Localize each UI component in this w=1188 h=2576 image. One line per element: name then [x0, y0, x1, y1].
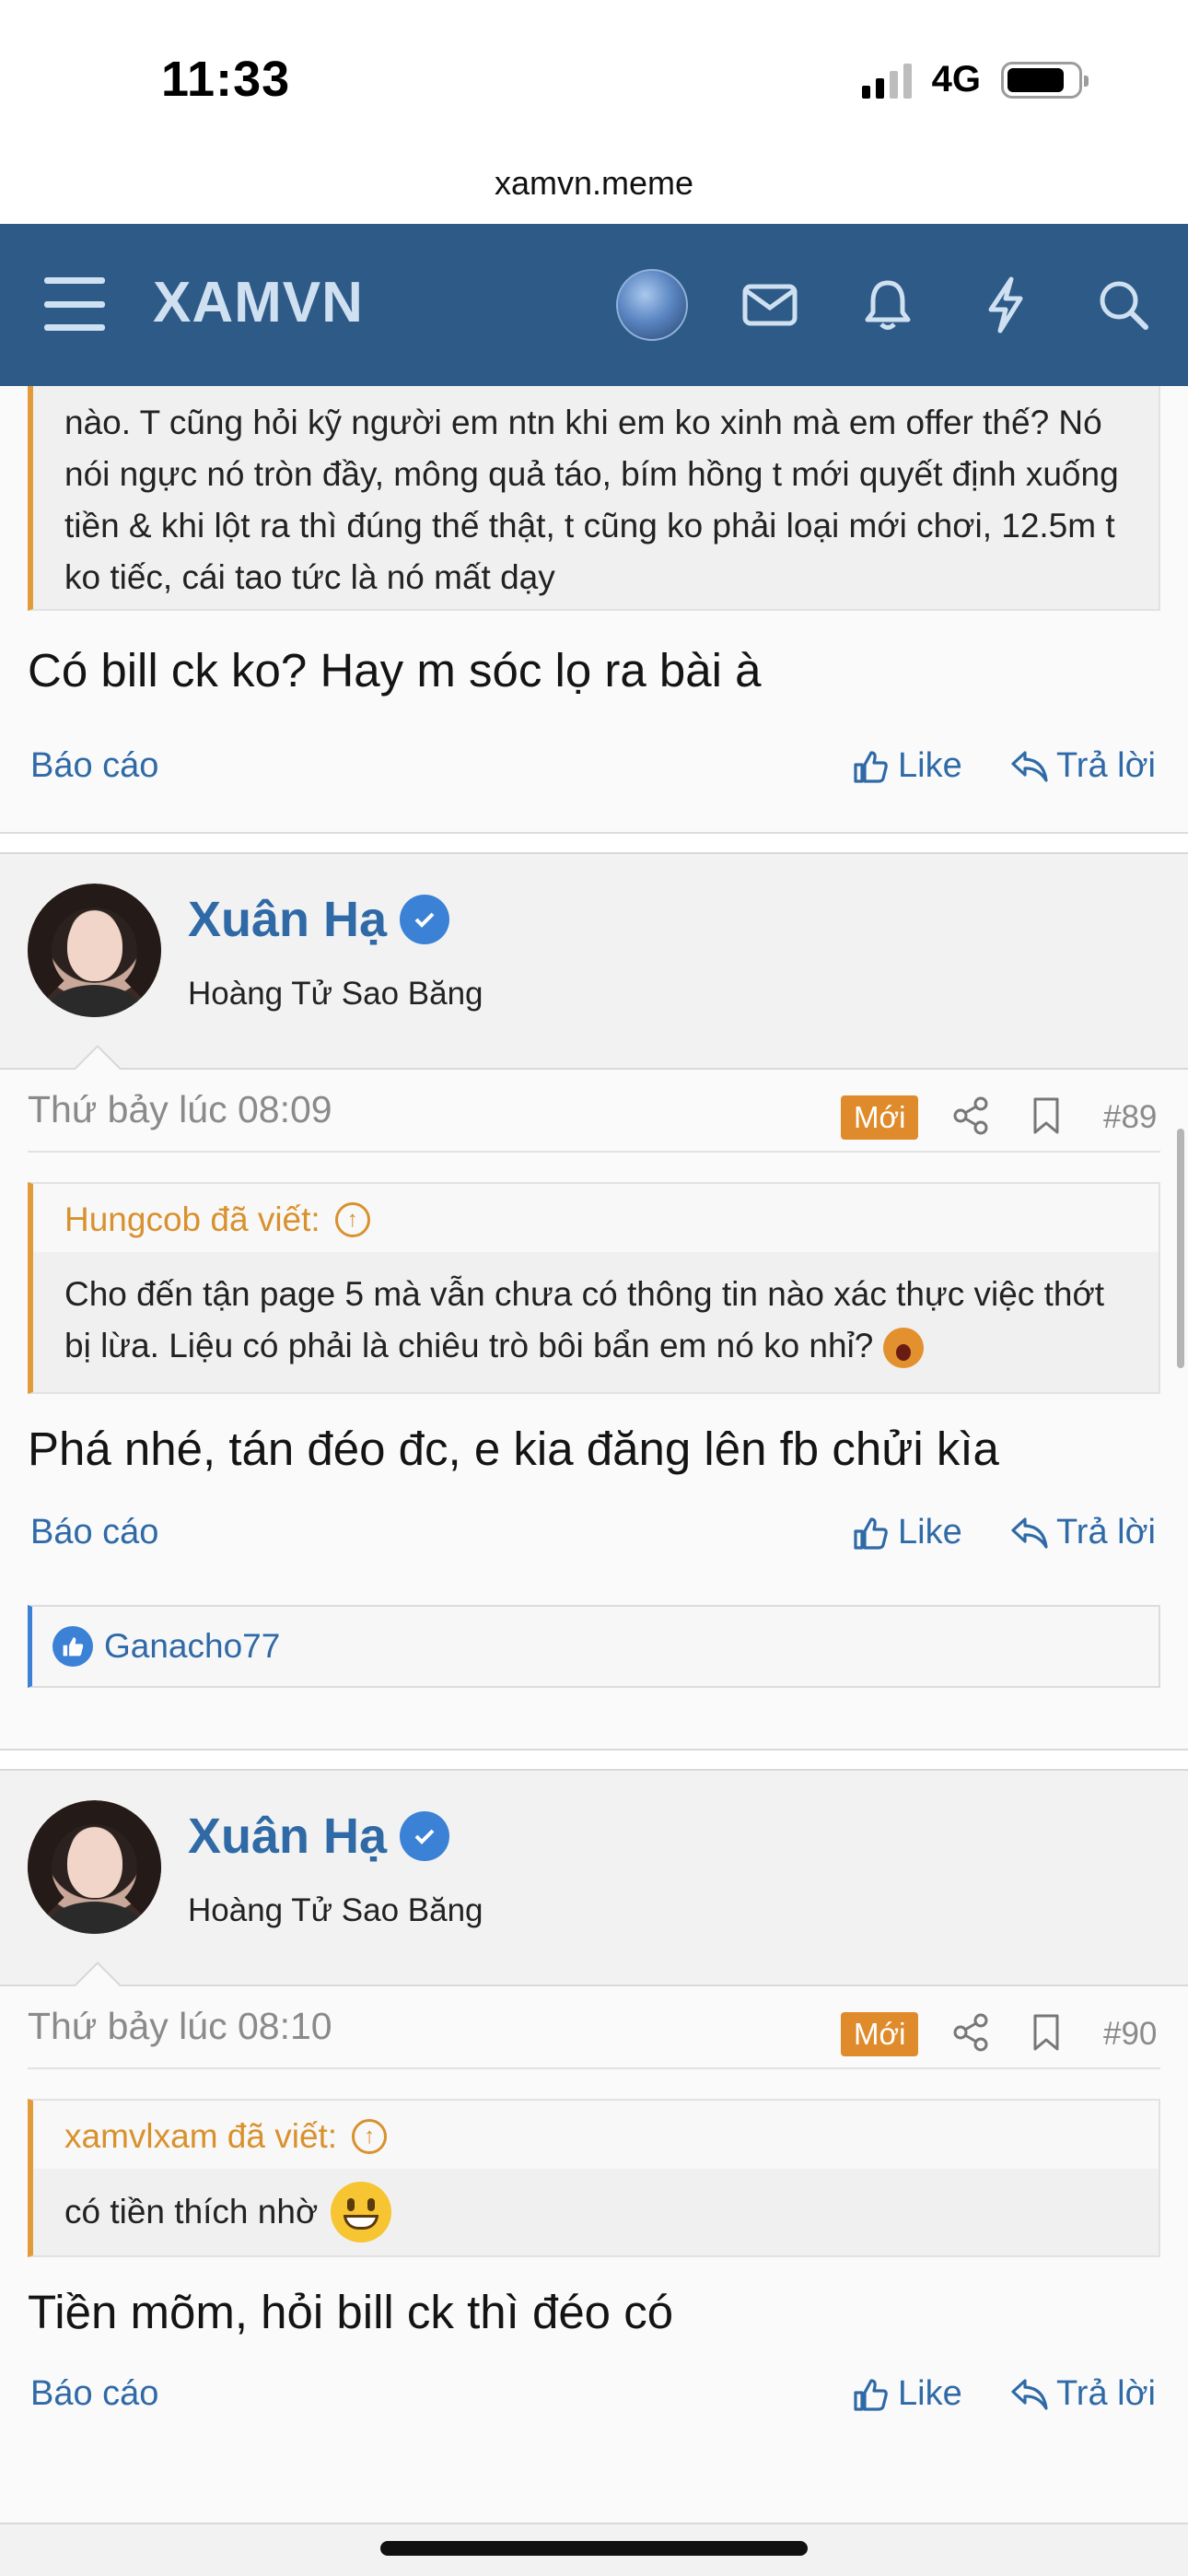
- like-label: Like: [898, 1513, 962, 1551]
- reply-button[interactable]: Trả lời: [1010, 1513, 1156, 1552]
- post-message: Phá nhé, tán đéo đc, e kia đăng lên fb c…: [28, 1423, 999, 1475]
- home-indicator[interactable]: [380, 2541, 808, 2556]
- bell-icon[interactable]: [851, 268, 925, 342]
- grinning-emoji-icon: [331, 2182, 392, 2242]
- post-89: Xuân Hạ Hoàng Tử Sao Băng Thứ bảy lúc 08…: [0, 852, 1188, 1751]
- post-date[interactable]: Thứ bảy lúc 08:09: [28, 1088, 332, 1131]
- quote-body: có tiền thích nhờ: [33, 2169, 1159, 2255]
- report-link[interactable]: Báo cáo: [30, 2374, 158, 2414]
- address-bar-url[interactable]: xamvn.meme: [0, 164, 1188, 203]
- post-user-bar: Xuân Hạ Hoàng Tử Sao Băng: [0, 1771, 1188, 1986]
- hamburger-icon[interactable]: [44, 277, 105, 331]
- account-avatar[interactable]: [615, 268, 689, 342]
- like-button[interactable]: Like: [852, 2374, 962, 2414]
- like-label: Like: [898, 746, 962, 785]
- arrow-up-circle-icon[interactable]: ↑: [352, 2119, 388, 2154]
- post-previous: nào. T cũng hỏi kỹ người em ntn khi em k…: [0, 350, 1188, 834]
- quote-header[interactable]: Hungcob đã viết: ↑: [33, 1184, 1159, 1252]
- username-text: Xuân Hạ: [188, 1809, 388, 1864]
- scrollbar[interactable]: [1177, 1129, 1184, 1368]
- post-meta: Thứ bảy lúc 08:09 Mới #89: [0, 1070, 1188, 1153]
- quote-block: nào. T cũng hỏi kỹ người em ntn khi em k…: [28, 350, 1160, 611]
- post-message: Tiền mõm, hỏi bill ck thì đéo có: [28, 2286, 674, 2338]
- lightning-icon[interactable]: [969, 268, 1042, 342]
- post-message: Có bill ck ko? Hay m sóc lọ ra bài à: [28, 644, 762, 697]
- like-button[interactable]: Like: [852, 746, 962, 786]
- reply-arrow-icon: [1011, 2378, 1048, 2410]
- site-logo[interactable]: XAMVN: [153, 270, 364, 335]
- report-link[interactable]: Báo cáo: [30, 746, 158, 786]
- quote-text: có tiền thích nhờ: [64, 2193, 319, 2231]
- verified-check-icon: [400, 1811, 450, 1861]
- like-button[interactable]: Like: [852, 1513, 962, 1552]
- status-indicators: 4G: [861, 59, 1089, 100]
- network-type: 4G: [931, 59, 981, 100]
- status-time: 11:33: [161, 52, 291, 107]
- site-header: XAMVN: [0, 224, 1188, 386]
- user-title: Hoàng Tử Sao Băng: [188, 1892, 483, 1928]
- share-icon[interactable]: [951, 1095, 992, 1136]
- post-number[interactable]: #89: [1103, 1099, 1157, 1136]
- arrow-up-circle-icon[interactable]: ↑: [334, 1202, 370, 1237]
- quote-text: Cho đến tận page 5 mà vẫn chưa có thông …: [64, 1275, 1104, 1364]
- user-title: Hoàng Tử Sao Băng: [188, 976, 483, 1012]
- thumbs-up-icon: [854, 750, 888, 783]
- quote-body: nào. T cũng hỏi kỹ người em ntn khi em k…: [33, 350, 1159, 609]
- post-90: Xuân Hạ Hoàng Tử Sao Băng Thứ bảy lúc 08…: [0, 1769, 1188, 2524]
- quote-body: Cho đến tận page 5 mà vẫn chưa có thông …: [33, 1252, 1159, 1392]
- username[interactable]: Xuân Hạ: [188, 1808, 450, 1865]
- quote-author: xamvlxam đã viết:: [64, 2117, 338, 2155]
- report-link[interactable]: Báo cáo: [30, 1513, 158, 1552]
- like-reaction-icon: [52, 1626, 93, 1667]
- quote-block: Hungcob đã viết: ↑ Cho đến tận page 5 mà…: [28, 1182, 1160, 1394]
- reply-label: Trả lời: [1056, 746, 1156, 785]
- post-meta: Thứ bảy lúc 08:10 Mới #90: [0, 1986, 1188, 2069]
- verified-check-icon: [400, 895, 450, 944]
- like-label: Like: [898, 2374, 962, 2413]
- post-date[interactable]: Thứ bảy lúc 08:10: [28, 2005, 332, 2048]
- new-badge: Mới: [841, 2012, 919, 2056]
- envelope-icon[interactable]: [733, 268, 807, 342]
- shocked-emoji-icon: [882, 1328, 924, 1369]
- avatar[interactable]: [28, 884, 161, 1017]
- bookmark-icon[interactable]: [1028, 2012, 1065, 2053]
- thumbs-up-icon: [854, 2378, 888, 2411]
- status-bar: 11:33 4G xamvn.meme: [0, 0, 1188, 202]
- reply-arrow-icon: [1011, 1516, 1048, 1549]
- post-number[interactable]: #90: [1103, 2016, 1157, 2053]
- header-actions: [615, 268, 1160, 342]
- reply-arrow-icon: [1011, 750, 1048, 782]
- thumbs-up-icon: [854, 1516, 888, 1550]
- search-icon[interactable]: [1087, 268, 1160, 342]
- post-actions: Báo cáo Like Trả lời: [0, 2374, 1188, 2430]
- reply-button[interactable]: Trả lời: [1010, 746, 1156, 786]
- reaction-user[interactable]: Ganacho77: [104, 1627, 280, 1666]
- username[interactable]: Xuân Hạ: [188, 891, 450, 948]
- post-user-bar: Xuân Hạ Hoàng Tử Sao Băng: [0, 854, 1188, 1070]
- bookmark-icon[interactable]: [1028, 1095, 1065, 1136]
- battery-icon: [1001, 61, 1089, 99]
- post-actions: Báo cáo Like Trả lời: [0, 1513, 1188, 1568]
- reply-label: Trả lời: [1056, 1513, 1156, 1551]
- reply-label: Trả lời: [1056, 2374, 1156, 2413]
- post-actions: Báo cáo Like Trả lời: [0, 746, 1188, 802]
- username-text: Xuân Hạ: [188, 892, 388, 947]
- share-icon[interactable]: [951, 2012, 992, 2053]
- quote-header[interactable]: xamvlxam đã viết: ↑: [33, 2101, 1159, 2169]
- new-badge: Mới: [841, 1095, 919, 1140]
- reply-button[interactable]: Trả lời: [1010, 2374, 1156, 2414]
- avatar[interactable]: [28, 1800, 161, 1934]
- reactions-bar: Ganacho77: [28, 1605, 1160, 1688]
- quote-block: xamvlxam đã viết: ↑ có tiền thích nhờ: [28, 2099, 1160, 2257]
- cellular-signal-icon: [861, 62, 912, 99]
- quote-author: Hungcob đã viết:: [64, 1200, 320, 1238]
